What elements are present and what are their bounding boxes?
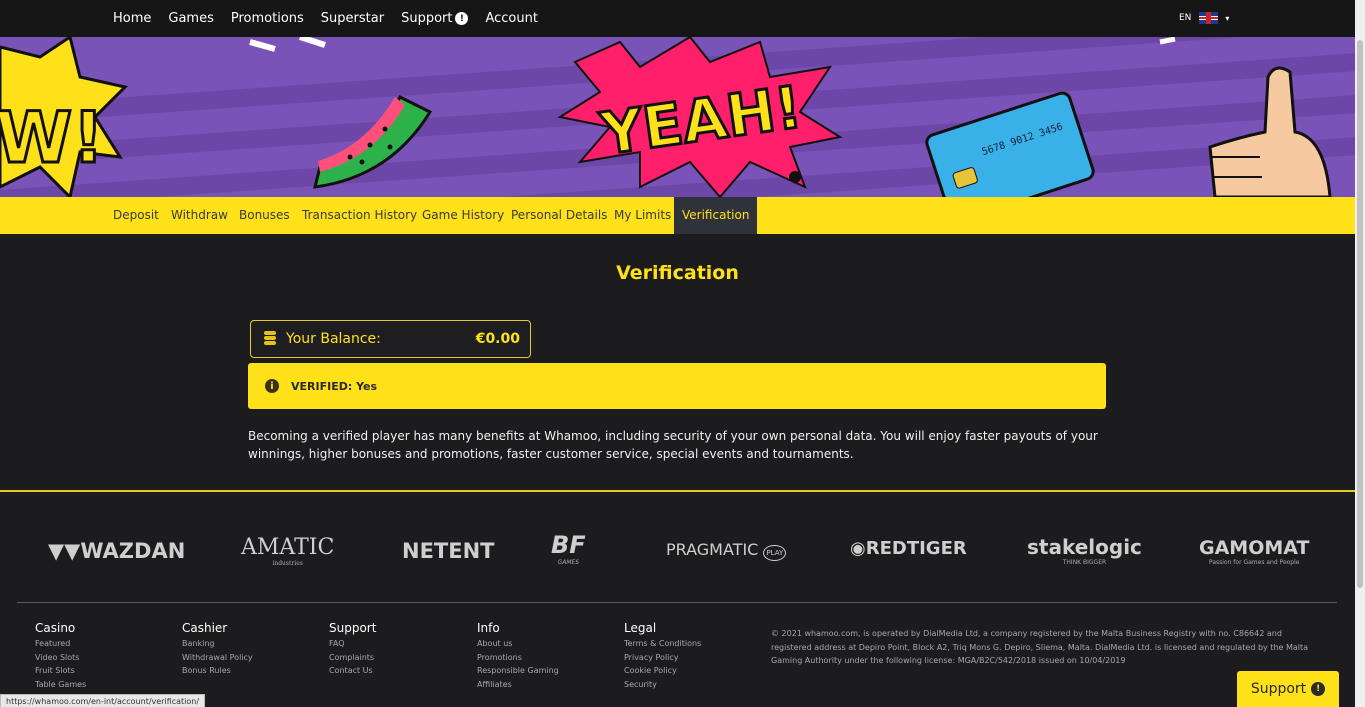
page-title: Verification xyxy=(616,262,739,284)
chevron-down-icon: ▾ xyxy=(1225,13,1230,23)
footer-link[interactable]: Banking xyxy=(182,637,253,651)
balance-label: Your Balance: xyxy=(286,331,381,347)
hero-banner: W! YEAH! 5678 9012 3456 xyxy=(0,37,1355,197)
footer-column-title: Info xyxy=(477,621,500,635)
provider-name: GAMOMAT xyxy=(1199,537,1310,559)
provider-tagline: GAMES xyxy=(557,559,580,566)
footer-link[interactable]: Withdrawal Policy xyxy=(182,651,253,665)
provider-tagline: THINK BIGGER xyxy=(1062,559,1107,566)
alert-icon: ! xyxy=(455,12,469,25)
support-chat-button[interactable]: Support ! xyxy=(1237,671,1339,707)
tab-deposit[interactable]: Deposit xyxy=(113,197,159,234)
footer-link[interactable]: Video Slots xyxy=(35,651,86,665)
footer-link[interactable]: Affiliates xyxy=(477,678,559,692)
tab-personal-details[interactable]: Personal Details xyxy=(511,197,607,234)
provider-name: REDTIGER xyxy=(865,538,967,559)
tab-my-limits[interactable]: My Limits xyxy=(614,197,671,234)
verification-description: Becoming a verified player has many bene… xyxy=(248,429,1098,461)
footer-column-info: Info About us Promotions Responsible Gam… xyxy=(477,621,559,691)
provider-name: WAZDAN xyxy=(80,539,186,563)
info-icon: i xyxy=(265,379,279,393)
tab-bonuses[interactable]: Bonuses xyxy=(239,197,290,234)
svg-text:W!: W! xyxy=(0,97,104,179)
verification-status-banner: i VERIFIED: Yes xyxy=(248,363,1106,409)
language-code: EN xyxy=(1179,13,1192,23)
nav-support-label: Support xyxy=(401,11,453,26)
tab-game-history[interactable]: Game History xyxy=(422,197,504,234)
account-tabs: Deposit Withdraw Bonuses Transaction His… xyxy=(0,197,1355,234)
coins-icon xyxy=(263,330,277,348)
footer-column-title: Cashier xyxy=(182,621,228,635)
footer-link[interactable]: Fruit Slots xyxy=(35,664,86,678)
tab-withdraw[interactable]: Withdraw xyxy=(171,197,228,234)
footer-link[interactable]: Privacy Policy xyxy=(624,651,701,665)
footer-link[interactable]: Table Games xyxy=(35,678,86,692)
provider-logo-gamomat[interactable]: GAMOMAT Passion for Games and People xyxy=(1199,537,1309,566)
top-nav: Home Games Promotions Superstar Support!… xyxy=(0,0,1355,37)
credit-card-icon: 5678 9012 3456 xyxy=(925,91,1095,197)
status-bar-url: https://whamoo.com/en-int/account/verifi… xyxy=(0,694,206,707)
footer-column-casino: Casino Featured Video Slots Fruit Slots … xyxy=(35,621,86,691)
footer-link[interactable]: Terms & Conditions xyxy=(624,637,701,651)
nav-superstar[interactable]: Superstar xyxy=(321,11,384,26)
nav-support[interactable]: Support! xyxy=(401,11,469,26)
footer-link[interactable]: Bonus Rules xyxy=(182,664,253,678)
thumbs-up-icon xyxy=(1208,66,1332,197)
provider-logo-red-tiger[interactable]: ◉REDTIGER xyxy=(850,538,967,559)
support-button-label: Support xyxy=(1250,681,1307,697)
verified-status-text: VERIFIED: Yes xyxy=(291,379,378,393)
language-selector[interactable]: EN ▾ xyxy=(1179,12,1229,24)
provider-logo-wazdan[interactable]: ▼▼WAZDAN xyxy=(48,539,185,563)
main-menu: Home Games Promotions Superstar Support!… xyxy=(113,0,555,37)
footer-link[interactable]: About us xyxy=(477,637,559,651)
footer-link[interactable]: Promotions xyxy=(477,651,559,665)
provider-name: AMATIC xyxy=(241,535,335,560)
provider-logo-stakelogic[interactable]: stakelogic THINK BIGGER xyxy=(1027,535,1142,566)
footer-link[interactable]: Contact Us xyxy=(329,664,376,678)
footer-divider xyxy=(17,602,1337,603)
provider-logo-bf-games[interactable]: BF GAMES xyxy=(551,531,586,566)
tiger-icon: ◉ xyxy=(850,538,866,559)
footer-column-legal: Legal Terms & Conditions Privacy Policy … xyxy=(624,621,701,691)
provider-tagline: PLAY xyxy=(763,545,787,561)
nav-account[interactable]: Account xyxy=(485,11,538,26)
tab-transaction-history[interactable]: Transaction History xyxy=(302,197,417,234)
balance-amount: €0.00 xyxy=(475,331,520,347)
footer-link[interactable]: Cookie Policy xyxy=(624,664,701,678)
provider-tagline: industries xyxy=(272,560,303,567)
footer-column-title: Casino xyxy=(35,621,76,635)
nav-home[interactable]: Home xyxy=(113,11,151,26)
provider-logo-pragmatic-play[interactable]: PRAGMATIC PLAY xyxy=(666,540,787,561)
footer-link[interactable]: Responsible Gaming xyxy=(477,664,559,678)
copyright-text: © 2021 whamoo.com, is operated by DialMe… xyxy=(771,629,1309,665)
tab-verification[interactable]: Verification xyxy=(674,197,758,234)
footer-link[interactable]: Complaints xyxy=(329,651,376,665)
provider-name: BF xyxy=(551,531,586,559)
chat-alert-icon: ! xyxy=(1311,682,1326,696)
watermelon-icon xyxy=(313,95,433,189)
nav-games[interactable]: Games xyxy=(168,11,213,26)
uk-flag-icon xyxy=(1199,12,1219,24)
footer-link[interactable]: FAQ xyxy=(329,637,376,651)
footer-link[interactable]: Featured xyxy=(35,637,86,651)
balance-box: Your Balance: €0.00 xyxy=(250,320,531,358)
provider-logo-amatic[interactable]: AMATIC industries xyxy=(241,535,334,567)
provider-name: PRAGMATIC xyxy=(666,540,759,559)
banner-illustration: W! YEAH! 5678 9012 3456 xyxy=(0,37,1332,197)
footer-column-title: Legal xyxy=(624,621,657,635)
scrollbar-thumb[interactable] xyxy=(1357,40,1363,588)
footer-column-support: Support FAQ Complaints Contact Us xyxy=(329,621,376,678)
provider-tagline: Passion for Games and People xyxy=(1208,559,1300,566)
provider-name: stakelogic xyxy=(1027,535,1142,559)
nav-promotions[interactable]: Promotions xyxy=(231,11,304,26)
provider-logo-netent[interactable]: NETENT xyxy=(402,539,495,563)
footer-column-cashier: Cashier Banking Withdrawal Policy Bonus … xyxy=(182,621,253,678)
footer-link[interactable]: Security xyxy=(624,678,701,692)
provider-logos: ▼▼WAZDAN AMATIC industries NETENT BF GAMES… xyxy=(0,531,1355,567)
footer-column-title: Support xyxy=(329,621,377,635)
